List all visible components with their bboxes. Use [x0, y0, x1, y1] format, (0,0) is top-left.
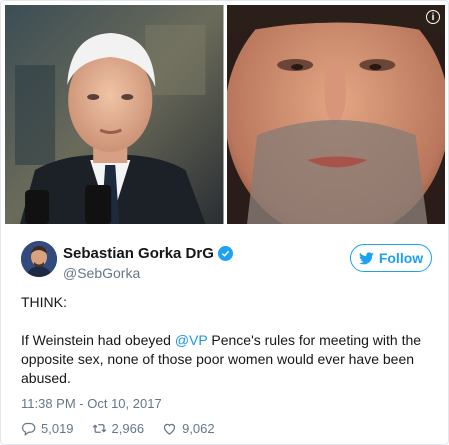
reply-icon — [21, 422, 36, 436]
like-count: 9,062 — [182, 421, 215, 436]
info-icon[interactable]: i — [426, 10, 440, 24]
tweet-actions: 5,019 2,966 9,062 — [21, 421, 215, 436]
avatar[interactable] — [21, 241, 57, 277]
like-button[interactable]: 9,062 — [162, 421, 215, 436]
tweet-header: Sebastian Gorka DrG @SebGorka Follow — [21, 241, 432, 281]
photo-man-closeup-portrait — [226, 5, 445, 224]
tweet-media[interactable]: i — [5, 5, 445, 224]
twitter-bird-icon — [358, 251, 374, 264]
follow-label: Follow — [378, 250, 424, 266]
tweet-timestamp[interactable]: 11:38 PM - Oct 10, 2017 — [21, 396, 162, 411]
media-photo-right[interactable]: i — [226, 5, 445, 224]
tweet-text-before-mention: If Weinstein had obeyed — [21, 332, 175, 348]
author-display-name[interactable]: Sebastian Gorka DrG — [63, 245, 214, 262]
author-display-name-row[interactable]: Sebastian Gorka DrG — [63, 245, 233, 262]
mention-link[interactable]: @VP — [175, 332, 208, 348]
tweet-text: THINK: If Weinstein had obeyed @VP Pence… — [21, 293, 441, 388]
author-handle[interactable]: @SebGorka — [63, 265, 233, 281]
tweet-text-line1: THINK: — [21, 294, 67, 310]
verified-badge-icon — [217, 246, 233, 261]
checkmark-icon — [221, 250, 230, 257]
reply-count: 5,019 — [41, 421, 74, 436]
tweet-card: i Sebastian Gorka DrG @SebGorka Follow T… — [0, 0, 449, 445]
heart-icon — [163, 423, 176, 435]
reply-button[interactable]: 5,019 — [21, 421, 74, 436]
retweet-button[interactable]: 2,966 — [92, 421, 145, 436]
author-names: Sebastian Gorka DrG @SebGorka — [63, 245, 233, 281]
retweet-icon — [92, 424, 106, 433]
media-photo-left[interactable] — [5, 5, 224, 224]
avatar-image — [21, 241, 57, 277]
follow-button[interactable]: Follow — [350, 244, 432, 272]
tweet-text-paragraph: If Weinstein had obeyed @VP Pence's rule… — [21, 331, 441, 388]
retweet-count: 2,966 — [111, 421, 145, 436]
photo-man-suit-portrait — [5, 5, 224, 224]
